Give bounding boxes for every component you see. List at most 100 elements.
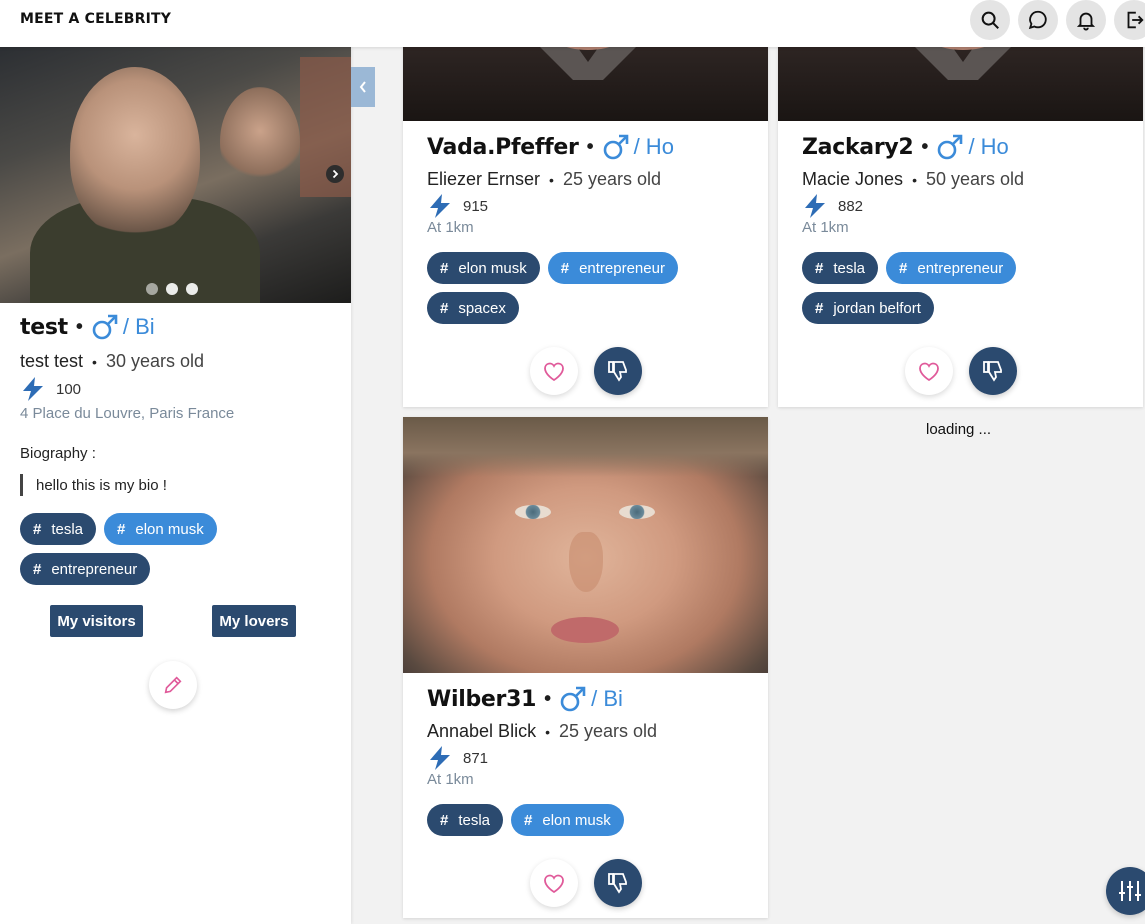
hashtag-icon: # <box>440 299 449 317</box>
card-actions <box>530 347 642 395</box>
profile-card: Zackary2 • / Ho Macie Jones • 50 years o… <box>778 0 1143 407</box>
thumbs-down-icon <box>608 361 627 382</box>
card-score: 882 <box>838 197 864 215</box>
card-tags: # tesla # elon musk <box>427 804 727 836</box>
card-fullname: Macie Jones <box>802 169 904 189</box>
hashtag-icon: # <box>117 520 126 538</box>
profile-score-row: 100 <box>22 377 81 401</box>
profile-location: 4 Place du Louvre, Paris France <box>20 405 235 422</box>
filter-button[interactable] <box>1106 867 1145 915</box>
hashtag-icon: # <box>440 811 449 829</box>
card-name-row: Vada.Pfeffer • / Ho <box>427 134 674 160</box>
hashtag-icon: # <box>815 259 824 277</box>
carousel-dot[interactable] <box>186 283 198 295</box>
carousel-dot[interactable] <box>166 283 178 295</box>
carousel-dots <box>146 283 198 295</box>
card-score-row: 871 <box>429 746 727 770</box>
card-score: 871 <box>463 749 489 767</box>
profile-photo-carousel[interactable] <box>0 47 351 303</box>
loading-indicator: loading ... <box>926 421 992 438</box>
tag-chip[interactable]: # entrepreneur <box>20 553 151 585</box>
tag-chip[interactable]: # tesla <box>427 804 504 836</box>
tag-chip[interactable]: # entrepreneur <box>886 252 1017 284</box>
collapse-panel-button[interactable] <box>351 67 375 107</box>
hashtag-icon: # <box>524 811 533 829</box>
card-tags: # tesla # entrepreneur # jordan belfort <box>802 252 1102 324</box>
card-orientation: / Bi <box>591 686 623 711</box>
tag-chip[interactable]: # tesla <box>20 513 97 545</box>
pencil-icon <box>164 676 182 694</box>
card-age: 50 years old <box>925 169 1025 189</box>
lightning-icon <box>23 377 43 401</box>
card-name-row: Wilber31 • / Bi <box>427 686 623 712</box>
biography-label: Biography : <box>20 445 96 462</box>
profile-username: test <box>20 314 68 340</box>
profile-age: 30 years old <box>105 351 204 371</box>
tag-chip[interactable]: # elon musk <box>511 804 624 836</box>
tag-chip[interactable]: # spacex <box>427 292 519 324</box>
card-tags: # elon musk # entrepreneur # spacex <box>427 252 727 324</box>
thumbs-down-icon <box>608 873 627 894</box>
card-name-row: Zackary2 • / Ho <box>802 134 1009 160</box>
my-visitors-button[interactable]: My visitors <box>50 605 143 637</box>
card-fullname: Annabel Blick <box>427 721 537 741</box>
card-score: 915 <box>463 197 489 215</box>
tag-chip[interactable]: # tesla <box>802 252 879 284</box>
male-icon <box>603 134 628 160</box>
carousel-dot[interactable] <box>146 283 158 295</box>
card-distance: At 1km <box>427 219 474 236</box>
dislike-button[interactable] <box>594 347 642 395</box>
card-score-row: 915 <box>429 194 727 218</box>
tag-chip[interactable]: # elon musk <box>104 513 217 545</box>
card-orientation: / Ho <box>968 134 1009 159</box>
bell-icon <box>1076 12 1096 31</box>
profile-card: Wilber31 • / Bi Annabel Blick • 25 years… <box>403 417 768 918</box>
hashtag-icon: # <box>440 259 449 277</box>
tag-chip[interactable]: # elon musk <box>427 252 540 284</box>
lightning-icon <box>430 194 450 218</box>
card-username[interactable]: Wilber31 <box>427 687 536 712</box>
chat-icon <box>1028 10 1047 30</box>
dislike-button[interactable] <box>594 859 642 907</box>
chevron-right-icon <box>332 169 339 179</box>
edit-profile-button[interactable] <box>149 661 197 709</box>
card-distance: At 1km <box>802 219 849 236</box>
search-button[interactable] <box>970 0 1010 40</box>
card-username[interactable]: Zackary2 <box>802 135 914 160</box>
notifications-button[interactable] <box>1066 0 1106 40</box>
card-score-row: 882 <box>804 194 1102 218</box>
male-icon <box>560 686 586 712</box>
profile-tags: # tesla # elon musk # entrepreneur <box>20 513 280 585</box>
card-actions <box>530 859 642 907</box>
card-fullname-row: Annabel Blick • 25 years old <box>427 721 658 741</box>
card-photo[interactable] <box>403 417 768 673</box>
profile-panel: test • / Bi test test • 30 years old 100… <box>0 47 351 924</box>
chat-button[interactable] <box>1018 0 1058 40</box>
card-fullname: Eliezer Ernser <box>427 169 541 189</box>
my-lovers-button[interactable]: My lovers <box>212 605 296 637</box>
like-button[interactable] <box>530 347 578 395</box>
like-button[interactable] <box>530 859 578 907</box>
tag-chip[interactable]: # entrepreneur <box>547 252 678 284</box>
profile-card: Vada.Pfeffer • / Ho Eliezer Ernser • 25 … <box>403 0 768 407</box>
like-button[interactable] <box>905 347 953 395</box>
biography-text: hello this is my bio ! <box>20 474 167 496</box>
card-orientation: / Ho <box>633 134 674 159</box>
thumbs-down-icon <box>983 361 1002 382</box>
hashtag-icon: # <box>899 259 908 277</box>
hashtag-icon: # <box>815 299 824 317</box>
tag-chip[interactable]: # jordan belfort <box>802 292 934 324</box>
card-actions <box>905 347 1017 395</box>
card-username[interactable]: Vada.Pfeffer <box>427 135 579 160</box>
carousel-next-button[interactable] <box>326 165 344 183</box>
profile-fullname-row: test test • 30 years old <box>20 351 204 371</box>
lightning-icon <box>805 194 825 218</box>
brand-logo[interactable]: MEET A CELEBRITY <box>20 11 171 27</box>
heart-icon <box>544 874 564 894</box>
male-icon <box>92 314 118 340</box>
top-bar: MEET A CELEBRITY <box>0 0 1145 47</box>
logout-button[interactable] <box>1114 0 1145 40</box>
hashtag-icon: # <box>560 259 570 277</box>
profile-name-row: test • / Bi <box>20 314 155 340</box>
dislike-button[interactable] <box>969 347 1017 395</box>
